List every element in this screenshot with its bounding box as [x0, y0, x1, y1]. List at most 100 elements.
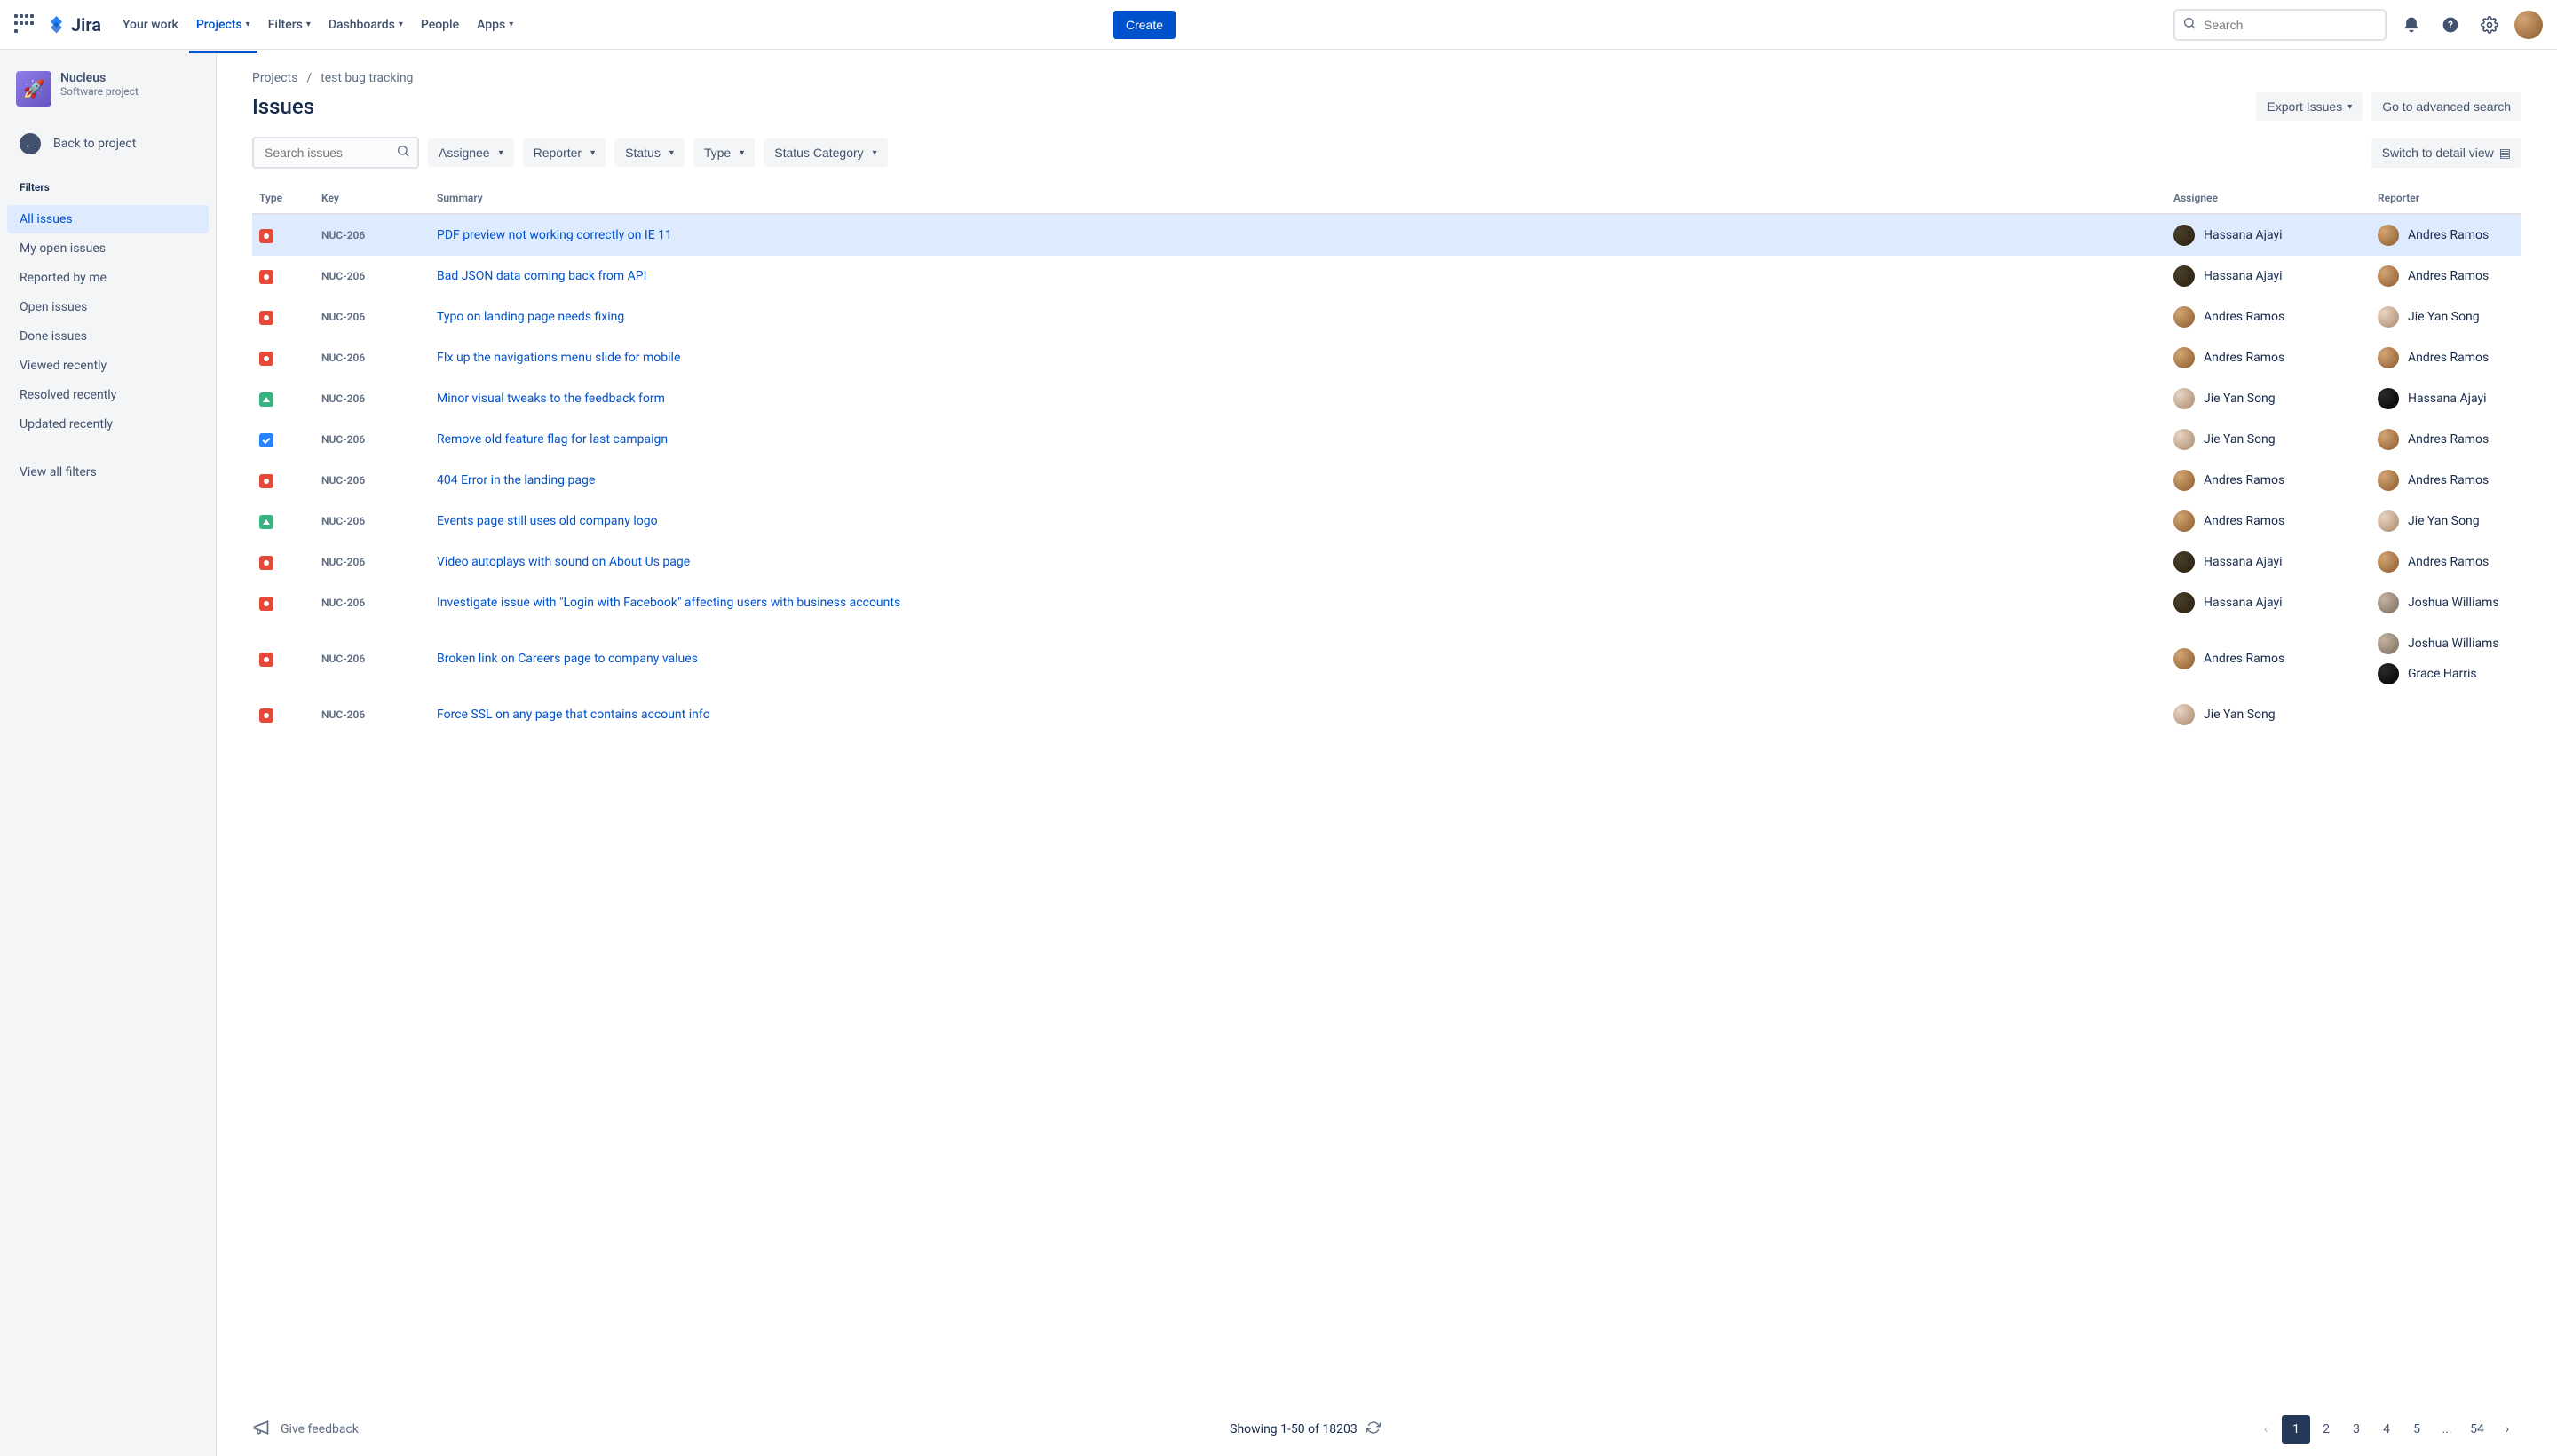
- issues-search-input[interactable]: [252, 137, 419, 169]
- col-type[interactable]: Type: [252, 183, 314, 214]
- table-row[interactable]: NUC-206 Video autoplays with sound on Abo…: [252, 542, 2521, 582]
- project-icon: 🚀: [16, 71, 51, 107]
- page-5[interactable]: 5: [2403, 1415, 2431, 1444]
- issue-key[interactable]: NUC-206: [321, 597, 365, 609]
- issue-key[interactable]: NUC-206: [321, 708, 365, 721]
- advanced-search-button[interactable]: Go to advanced search: [2371, 92, 2521, 121]
- chevron-down-icon: ▾: [499, 148, 503, 158]
- settings-icon[interactable]: [2475, 11, 2504, 39]
- issue-key[interactable]: NUC-206: [321, 270, 365, 282]
- refresh-icon[interactable]: [1366, 1420, 1381, 1438]
- table-row[interactable]: NUC-206 Events page still uses old compan…: [252, 501, 2521, 542]
- filter-pill-assignee[interactable]: Assignee▾: [428, 138, 514, 167]
- give-feedback-link[interactable]: Give feedback: [252, 1419, 359, 1440]
- table-row[interactable]: NUC-206404 Error in the landing pageAndr…: [252, 460, 2521, 501]
- page-3[interactable]: 3: [2342, 1415, 2371, 1444]
- app-switcher-icon[interactable]: [14, 14, 36, 36]
- filter-done-issues[interactable]: Done issues: [7, 322, 209, 351]
- nav-projects[interactable]: Projects▾: [189, 11, 257, 39]
- filter-my-open-issues[interactable]: My open issues: [7, 234, 209, 263]
- help-icon[interactable]: ?: [2436, 11, 2465, 39]
- reporter-name: Andres Ramos: [2408, 432, 2489, 447]
- reporter-name: Andres Ramos: [2408, 228, 2489, 242]
- switch-view-button[interactable]: Switch to detail view ▤: [2371, 138, 2521, 168]
- global-search-input[interactable]: [2173, 9, 2387, 41]
- issue-summary-link[interactable]: Remove old feature flag for last campaig…: [437, 432, 668, 447]
- reporter-name: Jie Yan Song: [2408, 310, 2480, 324]
- reporter-name: Jie Yan Song: [2408, 514, 2480, 528]
- nav-apps[interactable]: Apps▾: [470, 11, 520, 39]
- issue-summary-link[interactable]: Events page still uses old company logo: [437, 514, 658, 528]
- page-54[interactable]: 54: [2463, 1415, 2491, 1444]
- issue-summary-link[interactable]: 404 Error in the landing page: [437, 473, 595, 487]
- back-to-project-link[interactable]: ← Back to project: [7, 124, 209, 163]
- issue-summary-link[interactable]: Video autoplays with sound on About Us p…: [437, 555, 690, 569]
- profile-avatar[interactable]: [2514, 11, 2543, 39]
- filter-pill-status-category[interactable]: Status Category▾: [764, 138, 887, 167]
- col-assignee[interactable]: Assignee: [2166, 183, 2371, 214]
- pagination-prev[interactable]: ‹: [2252, 1415, 2280, 1444]
- filter-open-issues[interactable]: Open issues: [7, 293, 209, 321]
- table-row[interactable]: NUC-206 Remove old feature flag for last …: [252, 419, 2521, 460]
- filter-resolved-recently[interactable]: Resolved recently: [7, 381, 209, 409]
- issue-key[interactable]: NUC-206: [321, 229, 365, 241]
- nav-filters[interactable]: Filters▾: [261, 11, 318, 39]
- breadcrumb-projects[interactable]: Projects: [252, 71, 297, 85]
- issue-summary-link[interactable]: Bad JSON data coming back from API: [437, 269, 646, 283]
- pagination-next[interactable]: ›: [2493, 1415, 2521, 1444]
- breadcrumb-project-name[interactable]: test bug tracking: [321, 71, 413, 85]
- filter-pill-status[interactable]: Status▾: [614, 138, 685, 167]
- jira-logo-text: Jira: [71, 14, 101, 36]
- table-row[interactable]: NUC-206 Bad JSON data coming back from AP…: [252, 256, 2521, 297]
- nav-your-work[interactable]: Your work: [115, 11, 186, 39]
- filter-reported-by-me[interactable]: Reported by me: [7, 264, 209, 292]
- table-row[interactable]: NUC-206 Typo on landing page needs fixing…: [252, 297, 2521, 337]
- col-key[interactable]: Key: [314, 183, 430, 214]
- avatar: [2173, 592, 2195, 613]
- avatar: [2173, 265, 2195, 287]
- table-row[interactable]: NUC-206 Minor visual tweaks to the feedba…: [252, 378, 2521, 419]
- filter-updated-recently[interactable]: Updated recently: [7, 410, 209, 439]
- issue-key[interactable]: NUC-206: [321, 433, 365, 446]
- table-row[interactable]: NUC-206 FIx up the navigations menu slide…: [252, 337, 2521, 378]
- avatar: [2378, 592, 2399, 613]
- page-2[interactable]: 2: [2312, 1415, 2340, 1444]
- filter-pill-reporter[interactable]: Reporter▾: [523, 138, 606, 167]
- notifications-icon[interactable]: [2397, 11, 2426, 39]
- export-issues-button[interactable]: Export Issues ▾: [2256, 92, 2363, 121]
- view-all-filters-link[interactable]: View all filters: [7, 458, 209, 487]
- jira-logo[interactable]: Jira: [46, 14, 101, 36]
- avatar: [2378, 306, 2399, 328]
- issue-key[interactable]: NUC-206: [321, 653, 365, 665]
- issue-key[interactable]: NUC-206: [321, 556, 365, 568]
- issue-summary-link[interactable]: Broken link on Careers page to company v…: [437, 652, 698, 666]
- filter-viewed-recently[interactable]: Viewed recently: [7, 352, 209, 380]
- nav-people[interactable]: People: [414, 11, 466, 39]
- issue-summary-link[interactable]: PDF preview not working correctly on IE …: [437, 228, 672, 242]
- col-reporter[interactable]: Reporter: [2371, 183, 2521, 214]
- create-button[interactable]: Create: [1113, 11, 1176, 39]
- issue-summary-link[interactable]: Investigate issue with "Login with Faceb…: [437, 596, 900, 610]
- issue-summary-link[interactable]: Typo on landing page needs fixing: [437, 310, 624, 324]
- filter-pill-type[interactable]: Type▾: [693, 138, 755, 167]
- issue-summary-link[interactable]: FIx up the navigations menu slide for mo…: [437, 351, 680, 365]
- issue-key[interactable]: NUC-206: [321, 392, 365, 405]
- issue-type-icon: [259, 597, 273, 611]
- issue-key[interactable]: NUC-206: [321, 474, 365, 487]
- table-row[interactable]: NUC-206 Investigate issue with "Login wit…: [252, 582, 2521, 623]
- table-row[interactable]: NUC-206 PDF preview not working correctly…: [252, 214, 2521, 256]
- page-4[interactable]: 4: [2372, 1415, 2401, 1444]
- table-row[interactable]: NUC-206 Force SSL on any page that contai…: [252, 694, 2521, 735]
- issue-summary-link[interactable]: Minor visual tweaks to the feedback form: [437, 392, 665, 406]
- nav-dashboards[interactable]: Dashboards▾: [321, 11, 410, 39]
- issue-key[interactable]: NUC-206: [321, 515, 365, 527]
- issue-key[interactable]: NUC-206: [321, 311, 365, 323]
- assignee-name: Hassana Ajayi: [2204, 228, 2283, 242]
- page-1[interactable]: 1: [2282, 1415, 2310, 1444]
- table-row[interactable]: NUC-206 Broken link on Careers page to co…: [252, 623, 2521, 694]
- filter-all-issues[interactable]: All issues: [7, 205, 209, 233]
- issue-key[interactable]: NUC-206: [321, 352, 365, 364]
- reporter-name: Joshua Williams: [2408, 637, 2499, 651]
- issue-summary-link[interactable]: Force SSL on any page that contains acco…: [437, 708, 710, 722]
- col-summary[interactable]: Summary: [430, 183, 2166, 214]
